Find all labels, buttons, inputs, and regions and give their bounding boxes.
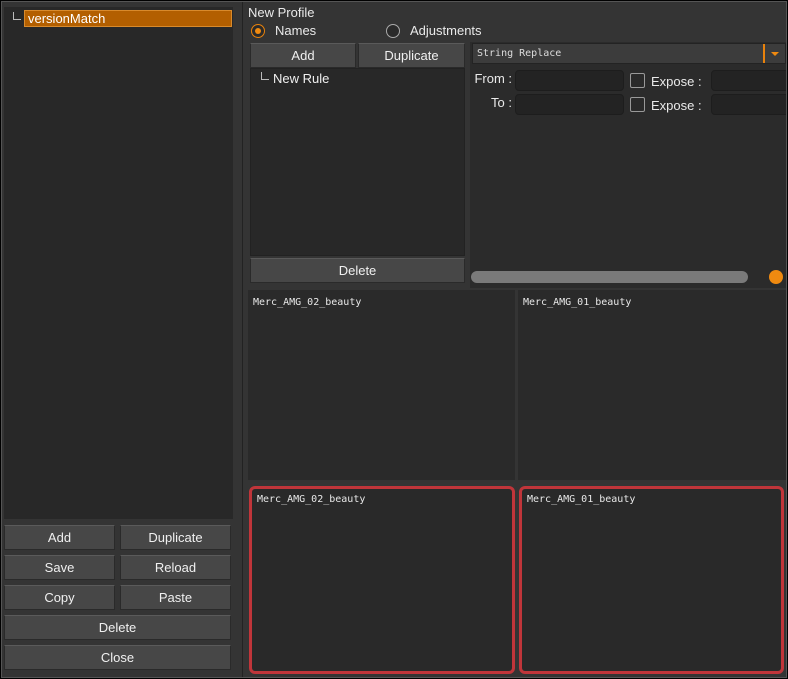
to-label: To : — [491, 95, 512, 110]
from-input[interactable] — [515, 70, 624, 91]
paste-button[interactable]: Paste — [120, 585, 231, 610]
profiles-panel: versionMatch Add Duplicate Save Reload C… — [2, 2, 242, 677]
to-input[interactable] — [515, 94, 624, 115]
rule-type-value: String Replace — [477, 48, 562, 59]
add-rule-button[interactable]: Add — [250, 43, 356, 68]
expose-from-input[interactable] — [711, 70, 786, 91]
preview-text: Merc_AMG_02_beauty — [257, 494, 366, 505]
scrollbar-thumb[interactable] — [471, 271, 748, 283]
expose-to-input[interactable] — [711, 94, 786, 115]
expose-to-label: Expose : — [651, 98, 702, 113]
close-button[interactable]: Close — [4, 645, 231, 670]
expose-to-checkbox[interactable] — [630, 97, 645, 112]
preview-text: Merc_AMG_02_beauty — [253, 297, 362, 308]
profile-item-versionmatch[interactable]: versionMatch — [24, 10, 232, 27]
rule-item-new-rule[interactable]: New Rule — [273, 71, 329, 86]
add-profile-button[interactable]: Add — [4, 525, 115, 550]
duplicate-rule-button[interactable]: Duplicate — [358, 43, 465, 68]
rules-list[interactable]: New Rule — [250, 68, 465, 256]
preview-result-right: Merc_AMG_01_beauty — [519, 486, 784, 674]
expose-from-label: Expose : — [651, 74, 702, 89]
page-title: New Profile — [248, 5, 315, 20]
profile-tree[interactable]: versionMatch — [4, 7, 233, 519]
mode-adjustments-radio[interactable]: Adjustments — [386, 23, 482, 38]
preview-source-left: Merc_AMG_02_beauty — [248, 290, 515, 480]
from-label: From : — [474, 71, 512, 86]
profile-editor-area: New Profile Names Adjustments Add Duplic… — [243, 2, 786, 677]
preview-text: Merc_AMG_01_beauty — [527, 494, 636, 505]
chevron-down-icon[interactable] — [763, 44, 785, 63]
preview-result-left: Merc_AMG_02_beauty — [249, 486, 515, 674]
scroll-handle-icon[interactable] — [769, 270, 783, 284]
mode-names-radio[interactable]: Names — [251, 23, 316, 38]
radio-selected-icon — [251, 23, 265, 38]
save-button[interactable]: Save — [4, 555, 115, 580]
mode-adjustments-label: Adjustments — [410, 23, 482, 38]
delete-profile-button[interactable]: Delete — [4, 615, 231, 640]
tree-branch-icon — [261, 72, 269, 80]
delete-rule-button[interactable]: Delete — [250, 258, 465, 283]
radio-unselected-icon — [386, 23, 400, 38]
profile-editor-window: versionMatch Add Duplicate Save Reload C… — [1, 1, 787, 678]
duplicate-profile-button[interactable]: Duplicate — [120, 525, 231, 550]
preview-text: Merc_AMG_01_beauty — [523, 297, 632, 308]
tree-branch-icon — [13, 12, 21, 20]
preview-source-right: Merc_AMG_01_beauty — [518, 290, 786, 480]
rule-type-select[interactable]: String Replace — [472, 43, 786, 64]
reload-button[interactable]: Reload — [120, 555, 231, 580]
mode-names-label: Names — [275, 23, 317, 38]
expose-from-checkbox[interactable] — [630, 73, 645, 88]
horizontal-scrollbar[interactable] — [470, 270, 784, 284]
copy-button[interactable]: Copy — [4, 585, 115, 610]
rule-settings-panel: String Replace From : Expose : To : Expo… — [470, 42, 786, 288]
